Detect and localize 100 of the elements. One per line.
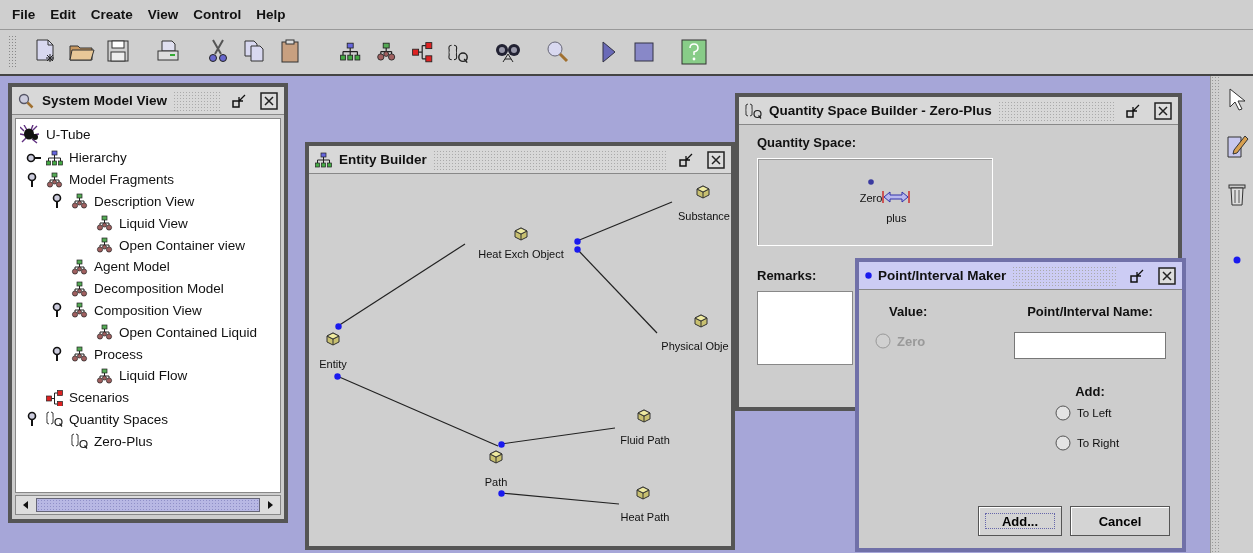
fragment-icon bbox=[71, 258, 88, 275]
title-bar[interactable]: Entity Builder bbox=[309, 146, 731, 174]
pointer-icon[interactable] bbox=[1227, 88, 1246, 112]
title-bar[interactable]: Quantity Space Builder - Zero-Plus bbox=[739, 97, 1178, 125]
fragment-icon bbox=[46, 171, 63, 188]
hierarchy-icon bbox=[46, 149, 63, 166]
help-icon[interactable] bbox=[680, 38, 708, 66]
tree-item[interactable]: Liquid Flow bbox=[119, 368, 188, 384]
trash-icon[interactable] bbox=[1227, 182, 1246, 206]
cube-icon[interactable] bbox=[636, 486, 650, 500]
title-bar[interactable]: System Model View bbox=[12, 87, 284, 115]
cube-icon[interactable] bbox=[489, 450, 503, 464]
tree-item[interactable]: Agent Model bbox=[94, 259, 170, 275]
field-label: Add: bbox=[1075, 384, 1105, 399]
dot-icon[interactable] bbox=[1232, 256, 1241, 264]
remarks-field[interactable] bbox=[757, 291, 853, 365]
search-icon bbox=[18, 92, 36, 109]
connection-dot-icon[interactable] bbox=[497, 489, 505, 497]
point-label[interactable]: Zero bbox=[859, 192, 883, 204]
tree-item[interactable]: Hierarchy bbox=[69, 150, 127, 166]
tree-item[interactable]: Model Fragments bbox=[69, 172, 175, 188]
connection-dot-icon[interactable] bbox=[573, 237, 581, 245]
minimize-icon[interactable] bbox=[232, 92, 248, 109]
fragment-icon bbox=[71, 280, 88, 297]
edit-icon[interactable] bbox=[1224, 134, 1249, 160]
fragment-icon bbox=[71, 346, 88, 363]
node-label[interactable]: Entity bbox=[319, 357, 347, 371]
cube-icon[interactable] bbox=[514, 227, 528, 241]
cube-icon[interactable] bbox=[694, 314, 708, 328]
menu-item[interactable]: Create bbox=[90, 7, 133, 22]
menu-item[interactable]: Edit bbox=[50, 7, 76, 22]
node-label[interactable]: Heat Exch Object bbox=[478, 247, 564, 261]
horizontal-scrollbar[interactable] bbox=[15, 495, 281, 515]
quantity-icon bbox=[71, 433, 88, 450]
radio-button[interactable] bbox=[1054, 405, 1071, 421]
minimize-icon[interactable] bbox=[679, 151, 695, 168]
cube-icon[interactable] bbox=[326, 332, 340, 346]
quantity-icon bbox=[745, 102, 763, 119]
window-title: System Model View bbox=[42, 93, 168, 108]
palette-grip[interactable] bbox=[1210, 76, 1220, 553]
menu-item[interactable]: File bbox=[12, 7, 36, 22]
dialog-button[interactable]: Cancel bbox=[1070, 506, 1170, 536]
cube-icon[interactable] bbox=[696, 185, 710, 199]
connection-dot-icon[interactable] bbox=[497, 440, 505, 448]
fragment-icon bbox=[71, 302, 88, 319]
tree-item[interactable]: Description View bbox=[94, 194, 195, 209]
minimize-icon[interactable] bbox=[1130, 267, 1146, 284]
spider-icon bbox=[20, 124, 40, 144]
tree-item[interactable]: Scenarios bbox=[69, 390, 130, 406]
tree-item[interactable]: Zero-Plus bbox=[94, 433, 153, 449]
connection-dot-icon[interactable] bbox=[573, 245, 581, 253]
radio-label[interactable]: To Right bbox=[1076, 437, 1120, 449]
branch-icon bbox=[46, 389, 63, 406]
scroll-thumb[interactable] bbox=[36, 498, 260, 512]
tree-item[interactable]: Decomposition Model bbox=[94, 281, 224, 297]
interval-label[interactable]: plus bbox=[886, 212, 907, 224]
fragment-icon bbox=[96, 324, 113, 341]
tree-item[interactable]: U-Tube bbox=[46, 126, 91, 142]
point-dot-icon[interactable] bbox=[868, 179, 874, 185]
field-label: Value: bbox=[889, 304, 928, 319]
radio-button[interactable] bbox=[1054, 435, 1071, 451]
section-label: Remarks: bbox=[757, 268, 817, 283]
close-icon[interactable] bbox=[1154, 101, 1172, 120]
cube-icon[interactable] bbox=[637, 409, 651, 423]
close-icon[interactable] bbox=[1158, 266, 1176, 285]
hierarchy-icon bbox=[315, 151, 333, 168]
window-title: Quantity Space Builder - Zero-Plus bbox=[769, 103, 992, 118]
tree-item[interactable]: Process bbox=[94, 346, 143, 362]
interval-arrow-icon[interactable] bbox=[882, 190, 911, 204]
tree-item[interactable]: Open Contained Liquid bbox=[119, 324, 258, 340]
minimize-icon[interactable] bbox=[1126, 102, 1142, 119]
menu-item[interactable]: View bbox=[147, 7, 179, 22]
tree-item[interactable]: Liquid View bbox=[119, 215, 188, 231]
connection-dot-icon[interactable] bbox=[334, 322, 342, 330]
quantity-icon bbox=[46, 411, 63, 428]
fragment-icon bbox=[96, 367, 113, 384]
node-label[interactable]: Fluid Path bbox=[620, 433, 670, 447]
window-title: Point/Interval Maker bbox=[878, 268, 1007, 283]
tree-item[interactable]: Composition View bbox=[94, 302, 202, 318]
section-label: Quantity Space: bbox=[757, 135, 856, 150]
menu-item[interactable]: Control bbox=[193, 7, 242, 22]
connection-dot-icon[interactable] bbox=[333, 372, 341, 380]
dialog-button[interactable]: Add... bbox=[978, 506, 1062, 536]
window-title: Entity Builder bbox=[339, 152, 427, 167]
fragment-icon bbox=[96, 215, 113, 232]
node-label[interactable]: Substance bbox=[678, 209, 730, 223]
title-bar[interactable]: Point/Interval Maker bbox=[859, 262, 1182, 290]
node-label[interactable]: Physical Obje bbox=[661, 339, 729, 353]
field-label: Point/Interval Name: bbox=[1027, 304, 1153, 319]
radio-label[interactable]: To Left bbox=[1076, 407, 1112, 419]
fragment-icon bbox=[96, 237, 113, 254]
node-label[interactable]: Path bbox=[484, 475, 508, 489]
menu-item[interactable]: Help bbox=[256, 7, 286, 22]
fragment-icon bbox=[71, 193, 88, 210]
node-label[interactable]: Heat Path bbox=[620, 510, 670, 524]
name-field[interactable] bbox=[1014, 332, 1166, 359]
close-icon[interactable] bbox=[260, 91, 278, 110]
tree-item[interactable]: Open Container view bbox=[119, 237, 246, 253]
close-icon[interactable] bbox=[707, 150, 725, 169]
tree-item[interactable]: Quantity Spaces bbox=[69, 411, 169, 427]
